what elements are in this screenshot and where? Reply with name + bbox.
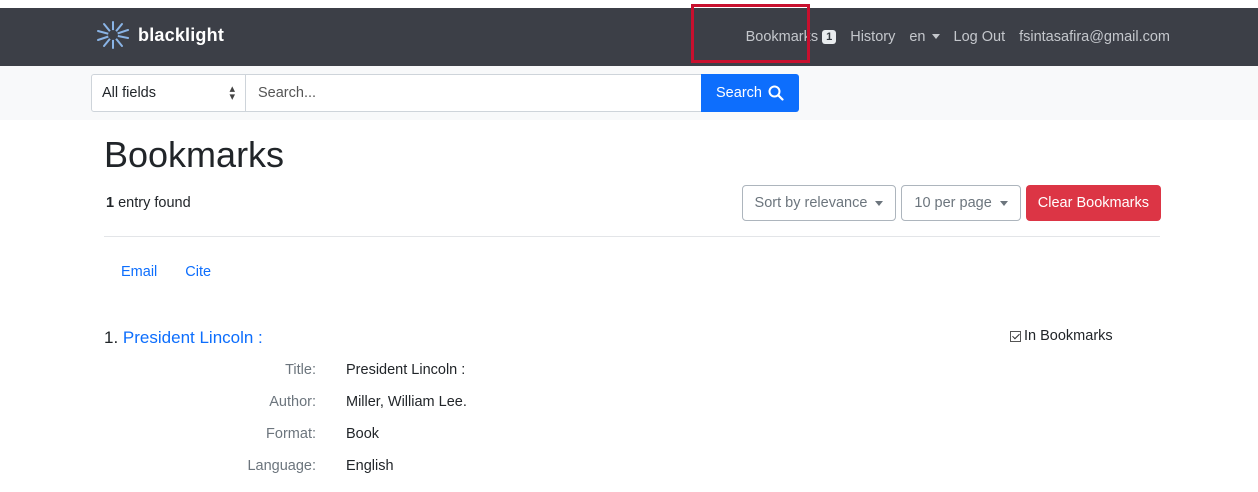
field-value: President Lincoln :	[346, 362, 466, 378]
sort-dropdown-label: Sort by relevance	[754, 195, 868, 211]
document-fields: Title: President Lincoln : Author: Mille…	[100, 358, 467, 486]
bookmark-toggle[interactable]: In Bookmarks	[1010, 328, 1113, 344]
results-toolbar: Sort by relevance 10 per page Clear Book…	[737, 185, 1161, 221]
page-title: Bookmarks	[104, 134, 285, 175]
entries-count: 1 entry found	[106, 195, 191, 211]
field-row-title: Title: President Lincoln :	[100, 358, 467, 382]
logout-link[interactable]: Log Out	[954, 29, 1006, 45]
document-counter: 1.	[104, 328, 119, 347]
user-nav: Bookmarks 1 History en Log Out fsintasafi…	[746, 8, 1170, 66]
document-heading: 1. President Lincoln :	[104, 328, 263, 348]
field-label: Format:	[266, 426, 316, 442]
clear-bookmarks-button[interactable]: Clear Bookmarks	[1025, 185, 1161, 221]
field-label: Title:	[285, 362, 316, 378]
document-tools: Email Cite	[121, 264, 239, 280]
field-row-language: Language: English	[100, 454, 467, 478]
user-account-link[interactable]: fsintasafira@gmail.com	[1019, 29, 1170, 45]
bookmark-checkbox[interactable]	[1010, 330, 1021, 342]
field-row-format: Format: Book	[100, 422, 467, 446]
per-page-dropdown-label: 10 per page	[914, 195, 992, 211]
brand-name: blacklight	[138, 24, 225, 45]
field-value: Miller, William Lee.	[346, 394, 467, 410]
document-title-link[interactable]: President Lincoln :	[123, 328, 263, 347]
bookmarks-count-badge: 1	[822, 30, 837, 44]
field-row-author: Author: Miller, William Lee.	[100, 390, 467, 414]
sort-dropdown[interactable]: Sort by relevance	[741, 185, 897, 221]
bookmarks-link-label: Bookmarks	[745, 29, 819, 45]
entries-count-number: 1	[106, 195, 115, 211]
search-button[interactable]: Search	[701, 74, 799, 112]
field-value: Book	[346, 426, 380, 442]
caret-down-icon	[931, 34, 940, 39]
search-bar: All fields ▴ ▾ Search	[0, 66, 1258, 120]
language-label: en	[909, 29, 926, 45]
blacklight-logo-icon	[97, 21, 129, 49]
caret-down-icon	[875, 200, 884, 206]
cite-link[interactable]: Cite	[185, 264, 211, 280]
email-link[interactable]: Email	[121, 264, 157, 280]
select-arrows-icon: ▴ ▾	[229, 83, 235, 103]
history-link[interactable]: History	[850, 29, 895, 45]
field-value: English	[346, 458, 394, 474]
brand-logo[interactable]: blacklight	[94, 20, 224, 50]
bookmarks-link[interactable]: Bookmarks 1	[746, 29, 837, 45]
search-field-select[interactable]: All fields ▴ ▾	[91, 74, 246, 112]
entries-count-text: entry found	[114, 195, 191, 211]
divider	[104, 236, 1160, 237]
field-label: Language:	[247, 458, 316, 474]
language-dropdown[interactable]: en	[909, 29, 940, 45]
search-field-selected: All fields	[102, 85, 156, 101]
per-page-dropdown[interactable]: 10 per page	[901, 185, 1021, 221]
search-input[interactable]	[246, 74, 702, 112]
top-navbar: blacklight Bookmarks 1 History en Log Out…	[0, 8, 1258, 66]
search-icon	[768, 85, 784, 101]
search-button-label: Search	[716, 85, 762, 101]
field-label: Author:	[269, 394, 316, 410]
bookmark-toggle-label: In Bookmarks	[1024, 328, 1113, 344]
caret-down-icon	[999, 200, 1008, 206]
